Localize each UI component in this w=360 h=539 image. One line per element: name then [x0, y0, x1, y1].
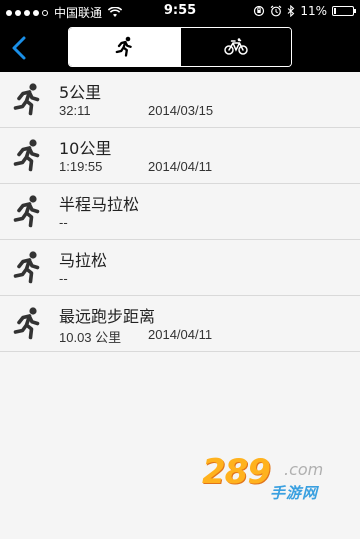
battery-fill — [334, 8, 336, 14]
records-list: 5公里 32:11 2014/03/15 10公里 1:19:55 2014/0… — [0, 72, 360, 352]
cycling-icon — [224, 38, 248, 55]
chevron-left-icon — [12, 36, 26, 60]
record-title: 半程马拉松 — [59, 195, 140, 214]
record-10k[interactable]: 10公里 1:19:55 2014/04/11 — [0, 128, 360, 184]
record-half-marathon[interactable]: 半程马拉松 -- — [0, 184, 360, 240]
battery-percent: 11% — [300, 4, 327, 18]
alarm-icon — [270, 5, 282, 17]
record-value: -- — [59, 271, 68, 286]
record-date: 2014/03/15 — [148, 103, 214, 118]
record-value: -- — [59, 215, 68, 230]
record-title: 5公里 — [59, 83, 102, 102]
back-button[interactable] — [8, 34, 32, 62]
top-bar: 中国联通 9:55 11% — [0, 0, 360, 72]
record-value: 1:19:55 — [59, 159, 103, 174]
runner-icon — [13, 139, 40, 172]
record-value: 32:11 — [59, 103, 91, 118]
watermark-suffix: .com — [284, 460, 324, 479]
record-5k[interactable]: 5公里 32:11 2014/03/15 — [0, 72, 360, 128]
activity-segmented-control — [68, 27, 292, 67]
record-marathon[interactable]: 马拉松 -- — [0, 240, 360, 296]
tab-running[interactable] — [69, 28, 180, 66]
record-date: 2014/04/11 — [148, 159, 213, 174]
status-right: 11% — [253, 4, 356, 18]
record-title: 最远跑步距离 — [59, 307, 156, 326]
status-bar: 中国联通 9:55 11% — [0, 0, 360, 24]
orientation-lock-icon — [254, 5, 265, 17]
runner-icon — [13, 251, 40, 284]
battery-icon — [332, 6, 356, 16]
watermark-cn: 手游网 — [270, 484, 319, 502]
record-longest-run[interactable]: 最远跑步距离 10.03 公里 2014/04/11 — [0, 296, 360, 352]
record-title: 马拉松 — [59, 251, 108, 270]
watermark-main: 289 — [202, 452, 271, 492]
bluetooth-icon — [287, 5, 295, 17]
runner-icon — [13, 83, 40, 116]
runner-icon — [13, 195, 40, 228]
record-date: 2014/04/11 — [148, 327, 213, 342]
tab-cycling[interactable] — [179, 28, 291, 66]
runner-icon — [13, 307, 40, 340]
record-value: 10.03 公里 — [59, 330, 122, 345]
running-icon — [115, 36, 132, 57]
watermark-logo: 289 .com 手游网 — [192, 452, 352, 510]
record-title: 10公里 — [59, 139, 112, 158]
